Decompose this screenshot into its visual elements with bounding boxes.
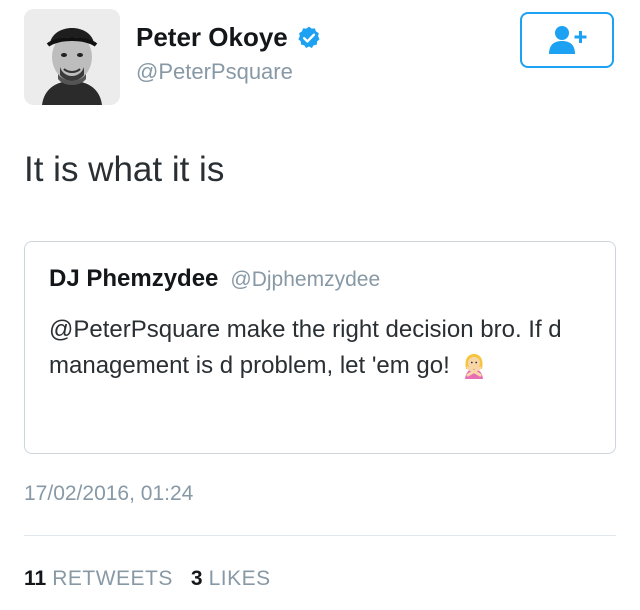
avatar-image <box>24 9 120 105</box>
follow-button[interactable] <box>520 12 614 68</box>
author-name-text[interactable]: Peter Okoye <box>136 22 288 53</box>
quoted-author-name: DJ Phemzydee <box>49 265 219 292</box>
retweets-stat[interactable]: 11 RETWEETS <box>24 567 173 591</box>
likes-count: 3 <box>190 567 203 590</box>
person-gesturing-no-emoji-icon <box>460 351 488 379</box>
tweet-timestamp[interactable]: 17/02/2016, 01:24 <box>24 482 193 506</box>
quoted-tweet-card[interactable]: DJ Phemzydee @Djphemzydee @PeterPsquare … <box>24 241 616 454</box>
stats-divider <box>24 535 616 536</box>
tweet-text: It is what it is <box>24 150 225 189</box>
quoted-tweet-header: DJ Phemzydee @Djphemzydee <box>49 265 380 293</box>
quoted-author-handle: @Djphemzydee <box>230 268 381 291</box>
author-handle[interactable]: @PeterPsquare <box>136 59 293 85</box>
author-avatar[interactable] <box>24 9 120 105</box>
tweet-stats: 11 RETWEETS 3 LIKES <box>24 567 271 591</box>
add-user-icon <box>549 26 587 54</box>
retweets-label: RETWEETS <box>52 567 173 590</box>
verified-badge-icon <box>296 25 322 51</box>
likes-label: LIKES <box>208 567 271 590</box>
quoted-tweet-body: @PeterPsquare make the right decision br… <box>49 312 599 384</box>
author-name[interactable]: Peter Okoye <box>136 22 322 53</box>
likes-stat[interactable]: 3 LIKES <box>191 567 271 591</box>
retweets-count: 11 <box>24 567 47 590</box>
